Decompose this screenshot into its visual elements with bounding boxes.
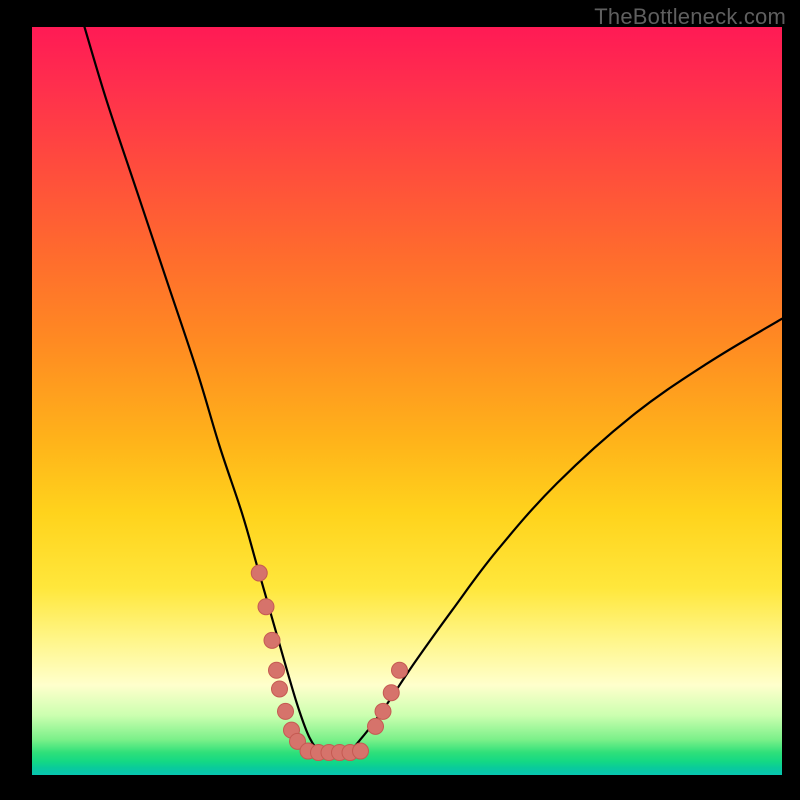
gradient-plot-area <box>32 27 782 775</box>
watermark-text: TheBottleneck.com <box>594 4 786 30</box>
curve-svg <box>32 27 782 775</box>
marker-dots <box>251 565 407 761</box>
marker-dot <box>258 599 274 615</box>
marker-dot <box>272 681 288 697</box>
chart-stage: TheBottleneck.com <box>0 0 800 800</box>
marker-dot <box>375 703 391 719</box>
marker-dot <box>368 718 384 734</box>
bottleneck-curve <box>85 27 783 754</box>
marker-dot <box>392 662 408 678</box>
marker-dot <box>269 662 285 678</box>
marker-dot <box>278 703 294 719</box>
marker-dot <box>264 632 280 648</box>
marker-dot <box>383 685 399 701</box>
marker-dot <box>353 743 369 759</box>
marker-dot <box>251 565 267 581</box>
